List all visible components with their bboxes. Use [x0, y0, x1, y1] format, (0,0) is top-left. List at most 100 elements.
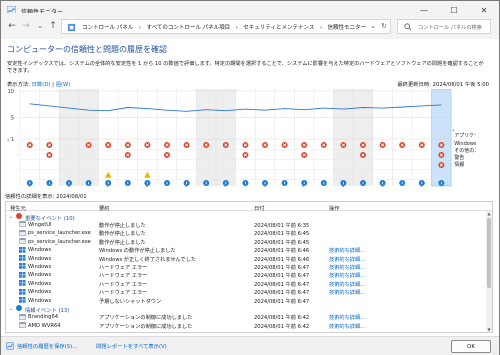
windows-logo-icon — [19, 271, 26, 278]
cell-source: ps_service_launcher.exe — [28, 230, 91, 237]
info-i-glyph — [401, 181, 403, 185]
address-toolbar: ← → ⌄ ↑ コントロール パネル › すべてのコントロール パネル項目 › … — [1, 13, 499, 39]
table-row[interactable]: ps_service_launcher.exe 動作が停止しました 2024/08/… — [6, 229, 486, 237]
table-row[interactable]: Windows ハードウェア エラー 2024/08/01 午前 6:47 技術的な詳… — [6, 271, 486, 279]
header-source[interactable]: 発生元 — [10, 204, 26, 212]
cell-source: Windows — [28, 289, 52, 296]
info-i-glyph — [107, 181, 109, 185]
cell-date: 2024/08/01 午前 6:42 — [254, 323, 310, 330]
view-by-days-link[interactable]: 日数(D) — [32, 82, 51, 88]
application-icon — [19, 314, 26, 320]
forward-arrow-icon[interactable]: → — [19, 19, 33, 33]
table-row[interactable]: Branding64 アプリケーションの制御に成功しました 2024/08/01 午… — [6, 313, 486, 321]
windows-logo-icon — [19, 263, 26, 270]
header-date[interactable]: 日付 — [254, 204, 265, 212]
info-icon — [16, 305, 22, 312]
x-date-label: 2024/07/25 — [284, 185, 307, 187]
save-history-icon — [6, 342, 14, 350]
cell-source: Windows — [28, 297, 52, 304]
scroll-thumb[interactable] — [487, 218, 491, 288]
windows-logo-icon — [19, 280, 26, 286]
recent-dropdown-icon[interactable]: ⌄ — [33, 19, 47, 33]
info-i-glyph — [421, 181, 423, 185]
cell-source: Branding64 — [28, 314, 59, 321]
scroll-down-arrow-icon[interactable]: ▼ — [487, 327, 491, 332]
table-header: 発生元 要約 日付 操作 — [6, 202, 492, 212]
reliability-monitor-window: 信頼性モニター — ☐ ✕ ← → ⌄ ↑ コントロール パネル › すべてのコ… — [0, 0, 500, 355]
search-box[interactable]: コントロール パネルの検索 — [397, 19, 491, 34]
chart-scroll-right-icon: › — [452, 127, 454, 134]
up-arrow-icon[interactable]: ↑ — [46, 19, 60, 33]
y-tick-label: 10 — [8, 89, 14, 95]
weekend-column — [59, 89, 79, 186]
footer-bar: 信頼性の履歴を保存(S)... 問題レポートをすべて表示(V) OK — [1, 336, 499, 355]
header-summary[interactable]: 要約 — [99, 204, 110, 212]
table-row[interactable]: Windows ハードウェア エラー 2024/08/01 午前 6:47 技術的な詳… — [6, 279, 486, 288]
windows-logo-icon — [19, 297, 26, 303]
breadcrumb-path: コントロール パネル › すべてのコントロール パネル項目 › セキュリティとメ… — [82, 25, 367, 31]
category-label: 情報 — [454, 161, 464, 168]
table-row[interactable]: Windows ハードウェア エラー 2024/08/01 午前 6:47 技術的な詳… — [6, 262, 486, 271]
table-row[interactable]: Windows 予期しないシャットダウン 2024/08/01 午前 6:47 — [6, 296, 486, 305]
cell-action[interactable]: 技術的な詳細... — [329, 323, 365, 330]
ok-button[interactable]: OK — [451, 340, 491, 353]
save-history-link[interactable]: 信頼性の履歴を保存(S)... — [17, 342, 77, 350]
info-i-glyph — [323, 181, 325, 185]
cell-source: AMD WVR64 — [28, 322, 61, 329]
info-i-glyph — [225, 181, 227, 185]
breadcrumb[interactable]: コントロール パネル › すべてのコントロール パネル項目 › セキュリティとメ… — [61, 19, 391, 34]
header-action[interactable]: 操作 — [329, 204, 340, 212]
view-by-label: 表示方法: — [7, 82, 30, 88]
view-by-weeks-link[interactable]: 週(W) — [56, 82, 71, 88]
weekend-column — [216, 89, 236, 186]
y-tick-label: 1 — [11, 137, 14, 143]
info-i-glyph — [205, 181, 207, 185]
cell-source: Windows — [28, 263, 52, 270]
table-row[interactable]: Windows ハードウェア エラー 2024/08/01 午前 6:47 技術的な詳… — [6, 288, 486, 296]
cell-source: Windows — [28, 247, 52, 254]
error-icon — [16, 213, 22, 219]
table-row[interactable]: WingetUI 動作が停止しました 2024/08/01 午前 6:35 — [6, 220, 486, 229]
view-all-reports-link[interactable]: 問題レポートをすべて表示(V) — [96, 342, 167, 350]
cell-source: Windows — [28, 280, 52, 287]
collapse-chevron-icon[interactable]: ⌄ — [9, 214, 13, 220]
collapse-chevron-icon[interactable]: ⌄ — [9, 306, 13, 312]
breadcrumb-dropdown-icon[interactable]: ⌄ — [370, 22, 376, 30]
scroll-up-arrow-icon[interactable]: ▲ — [487, 211, 491, 216]
category-label: その他のエラー — [454, 147, 476, 154]
category-label: Windows エラー — [454, 141, 476, 147]
refresh-icon[interactable]: ↻ — [381, 22, 387, 30]
control-panel-icon — [67, 23, 76, 32]
weekend-column — [196, 89, 216, 186]
cell-source: Windows — [28, 272, 52, 279]
category-label: アプリケーション エラー — [454, 132, 476, 139]
info-i-glyph — [362, 181, 364, 185]
reliability-chart[interactable]: 10 5 1 アプリケーション エラー Windows エラーその他のエラー警告情報 20… — [6, 89, 476, 187]
category-label: 警告 — [454, 154, 464, 161]
back-arrow-icon[interactable]: ← — [5, 19, 19, 33]
x-date-label: 2024/07/19 — [167, 185, 190, 187]
event-group-header[interactable]: ⌄ 情報イベント (13) — [6, 304, 486, 314]
info-i-glyph — [382, 181, 383, 185]
info-i-glyph — [127, 181, 129, 185]
y-tick-label: 5 — [11, 116, 14, 122]
search-icon — [404, 23, 412, 31]
event-group-header[interactable]: ⌄ 重要なイベント (10) — [6, 212, 486, 222]
view-by-separator: | — [52, 82, 54, 88]
last-update: 最終更新日時: 2024/08/01 午後 5:00 — [397, 82, 489, 88]
table-row[interactable]: Windows Windows が正しく終了されませんでした 2024/08/01 … — [6, 254, 486, 263]
table-row[interactable]: AMD WVR64 アプリケーションの制御に成功しました 2024/08/01 午前… — [6, 321, 486, 330]
table-row[interactable]: Windows Windows の動作が停止しました 2024/08/01 午前 6… — [6, 246, 486, 254]
vertical-scrollbar[interactable]: ▲ ▼ — [486, 211, 492, 332]
info-i-glyph — [441, 181, 442, 185]
chart-scroll-left-icon: ‹ — [7, 137, 9, 144]
selected-day-column — [431, 89, 452, 187]
reliability-details-table: 発生元 要約 日付 操作 ⌄ 重要なイベント (10) WingetUI 動作が停止し… — [5, 201, 493, 333]
warning-marker — [144, 171, 151, 178]
windows-logo-icon — [19, 288, 26, 295]
application-icon — [19, 221, 26, 228]
application-icon — [19, 322, 26, 328]
page-description: 安定性インデックスでは、システムの全体的な安定性を 1 から 10 の数値で評価… — [7, 61, 484, 74]
cell-source: ps_service_launcher.exe — [28, 238, 91, 245]
table-row[interactable]: ps_service_launcher.exe 動作が停止しました 2024/08/… — [6, 237, 486, 246]
